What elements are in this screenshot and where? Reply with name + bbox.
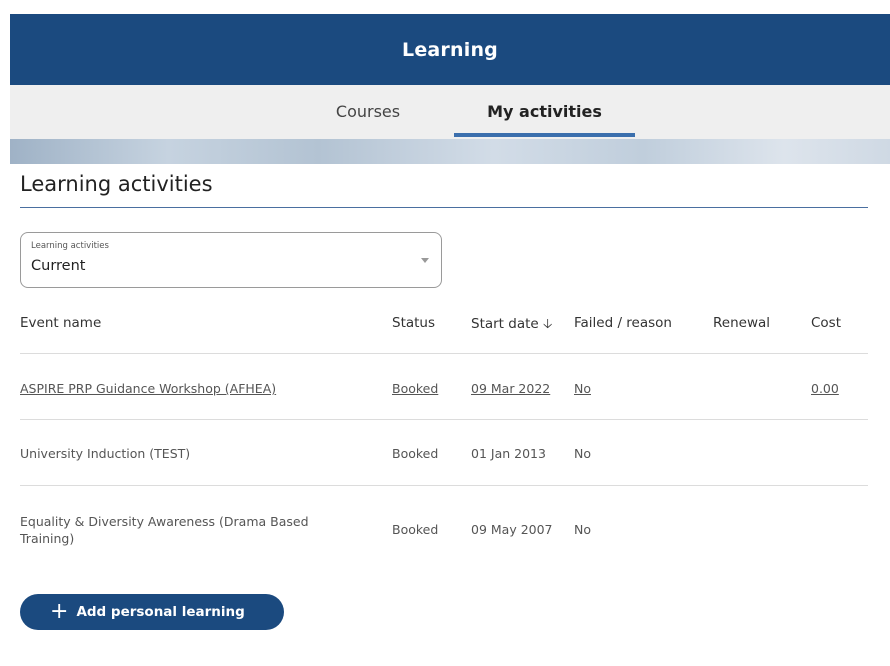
add-personal-learning-label: Add personal learning xyxy=(76,604,245,620)
chevron-down-icon xyxy=(421,258,429,263)
event-name: Equality & Diversity Awareness (Drama Ba… xyxy=(20,514,309,546)
failed: No xyxy=(574,522,591,537)
tab-bar: Courses My activities xyxy=(10,85,890,139)
add-personal-learning-button[interactable]: + Add personal learning xyxy=(20,594,284,630)
app-title: Learning xyxy=(402,38,498,61)
column-header-start-date-label: Start date xyxy=(471,316,539,332)
column-header-start-date[interactable]: Start date 🡣 xyxy=(471,315,552,337)
failed-link[interactable]: No xyxy=(574,381,591,396)
filter-value: Current xyxy=(31,258,86,274)
tab-courses[interactable]: Courses xyxy=(318,85,418,139)
event-name: University Induction (TEST) xyxy=(20,446,191,461)
start-date: 09 May 2007 xyxy=(471,522,553,537)
tab-my-activities[interactable]: My activities xyxy=(454,85,635,139)
column-header-renewal[interactable]: Renewal xyxy=(713,315,770,331)
row-divider xyxy=(20,419,868,420)
row-divider xyxy=(20,353,868,354)
column-header-status[interactable]: Status xyxy=(392,315,435,331)
column-header-failed-reason[interactable]: Failed / reason xyxy=(574,315,672,331)
arrow-down-icon: 🡣 xyxy=(543,317,553,332)
cost-link[interactable]: 0.00 xyxy=(811,381,839,396)
start-date-link[interactable]: 09 Mar 2022 xyxy=(471,381,550,396)
column-header-event-name[interactable]: Event name xyxy=(20,315,101,331)
event-name-link[interactable]: ASPIRE PRP Guidance Workshop (AFHEA) xyxy=(20,381,276,396)
status: Booked xyxy=(392,522,439,537)
app-header: Learning xyxy=(10,14,890,85)
section-divider xyxy=(20,207,868,208)
status: Booked xyxy=(392,446,439,461)
filter-label: Learning activities xyxy=(31,241,109,251)
start-date: 01 Jan 2013 xyxy=(471,446,546,461)
column-header-cost[interactable]: Cost xyxy=(811,315,841,331)
failed: No xyxy=(574,446,591,461)
app-frame: Learning Courses My activities xyxy=(10,14,890,666)
row-divider xyxy=(20,485,868,486)
banner-image xyxy=(10,139,890,164)
section-title: Learning activities xyxy=(20,172,213,196)
activities-filter-select[interactable]: Learning activities Current xyxy=(20,232,442,288)
plus-icon: + xyxy=(50,599,69,624)
status-link[interactable]: Booked xyxy=(392,381,438,396)
